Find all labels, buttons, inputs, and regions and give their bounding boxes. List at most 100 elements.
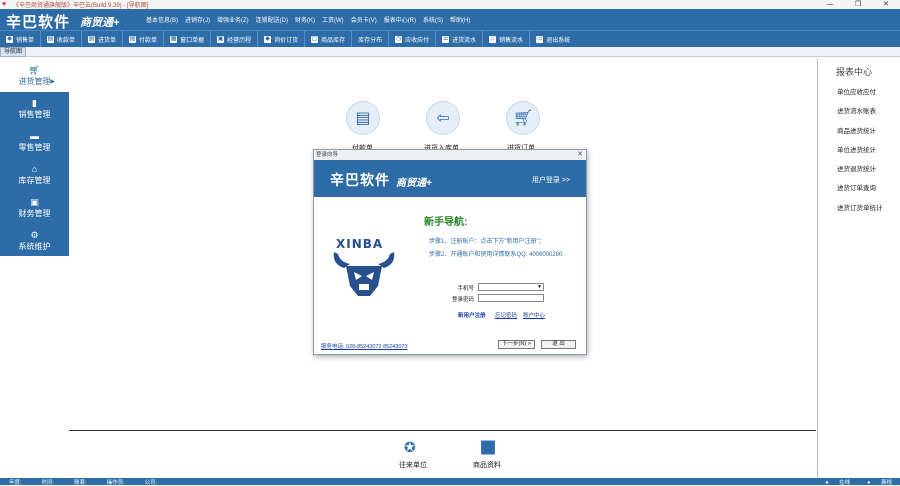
close-icon[interactable]: ✕ [872, 0, 900, 9]
menu-payroll[interactable]: 工资(W) [322, 15, 344, 24]
shop-icon: ⌂ [489, 35, 497, 43]
app-icon: ♥ [2, 1, 7, 8]
toolbar: ◆ 销售单 ▤ 收款单 ▤ 进货单 ▤ 付款单 ▦ 窗口单据 ▣ 经营历程 ◆ 询价订货 ▢ 商… [0, 30, 900, 48]
toolbar-exit[interactable]: ▭ 退出系统 [530, 31, 576, 48]
toolbar-payment[interactable]: ▤ 付款单 [123, 30, 165, 48]
dialog-banner: 辛巴软件 商贸通+ 用户登录 >> [314, 160, 586, 197]
password-field[interactable] [478, 294, 544, 302]
status-offline: ● 离线 [867, 479, 892, 486]
payment-icon: ▤ [129, 35, 137, 43]
toolbar-sales-order[interactable]: ◆ 销售单 [0, 30, 42, 48]
nav-item-system[interactable]: ⚙ 系统维护 [0, 224, 69, 257]
password-label: 登录密码 [451, 297, 474, 303]
report-link[interactable]: 单位应收应付 [837, 86, 883, 105]
toolbar-sales-flow[interactable]: ⌂ 销售流水 [483, 30, 531, 48]
monitor-icon: ▭ [536, 35, 544, 43]
toolbar-inquiry[interactable]: ◆ 询价订货 [258, 30, 306, 48]
history-icon: ▣ [217, 35, 225, 43]
toolbar-window-docs[interactable]: ▦ 窗口单据 [164, 30, 212, 48]
caret-right-icon: ▶ [50, 79, 55, 85]
report-link[interactable]: 单位进货统计 [837, 144, 883, 163]
register-link[interactable]: 新用户注册 [458, 311, 486, 319]
tag-icon: ◆ [6, 35, 13, 43]
gear-icon: ⚙ [30, 229, 39, 240]
partner-icon[interactable]: ✪ [404, 439, 416, 456]
status-time: 时间: [41, 479, 55, 486]
exit-button[interactable]: 退 出 [541, 340, 576, 349]
box-icon: ▢ [311, 35, 319, 43]
service-phone: 服务电话: 028-85243072 85243073 [321, 344, 408, 350]
dialog-logo: 辛巴软件 [330, 173, 390, 189]
guide-step-2: 步骤2、开通账户和使用详情联系QQ: 4006000280 [429, 252, 563, 258]
bottom-label-partner: 往来单位 [399, 462, 427, 469]
toolbar-receipt[interactable]: ▤ 收款单 [41, 30, 83, 48]
inbound-icon[interactable]: ⇦ [426, 101, 460, 135]
chevron-down-icon: ▼ [537, 284, 542, 290]
guide-step-1: 步骤1、注册账户：点击下方"新用户注册"； [429, 239, 545, 245]
nav-item-finance[interactable]: ▣ 财务管理 [0, 191, 69, 224]
menu-basic-info[interactable]: 基本信息(B) [146, 15, 178, 24]
goods-icon[interactable]: ⬛︎ [481, 439, 495, 456]
guide-title: 新手导航: [424, 217, 468, 228]
report-link[interactable]: 进货订货单统计 [837, 202, 883, 221]
phone-select[interactable]: ▼ [478, 283, 544, 291]
app-header: 辛巴软件 商贸通+ 基本信息(B) 进销存(J) 增强业务(Z) 连锁配送(D)… [0, 9, 900, 31]
divider [69, 430, 816, 431]
next-button[interactable]: 下一步(N) > [498, 340, 535, 349]
report-link[interactable]: 进货退货统计 [837, 163, 883, 182]
status-online: ● 在线 [825, 479, 851, 486]
tab-strip: 导航图 [0, 47, 900, 57]
report-panel-title: 报表中心 [836, 68, 873, 78]
restore-icon[interactable]: ❐ [844, 0, 872, 9]
dialog-title: 登录向导 [314, 150, 586, 160]
report-link[interactable]: 商品进货统计 [837, 125, 883, 144]
toolbar-stock-dist[interactable]: 库存分布 [352, 30, 390, 48]
report-link[interactable]: 进货流水账表 [837, 105, 883, 124]
menu-chain[interactable]: 连锁配送(D) [256, 15, 288, 24]
login-wizard-dialog: 登录向导 ✕ 辛巴软件 商贸通+ 用户登录 >> XINBA 新手导航: 步骤1… [313, 149, 587, 355]
toolbar-stock[interactable]: ▢ 商品库存 [305, 30, 353, 48]
document-icon: ▤ [88, 35, 96, 43]
nav-item-stock[interactable]: ⌂ 库存管理 [0, 158, 69, 191]
nav-item-purchase[interactable]: 🛒︎ 进货管理 ▶ [0, 59, 69, 92]
nav-item-retail[interactable]: ▬ 零售管理 [0, 125, 69, 158]
app-logo: 辛巴软件 [6, 13, 71, 31]
dialog-logo-sub: 商贸通+ [396, 178, 432, 189]
report-link[interactable]: 进货订单查询 [837, 182, 883, 201]
menu-system[interactable]: 系统(S) [423, 15, 443, 24]
payment-icon[interactable]: ▤ [346, 101, 380, 135]
status-operator: 操作员: [106, 479, 125, 486]
user-login-link[interactable]: 用户登录 >> [532, 175, 570, 185]
brand-text: XINBA [336, 237, 384, 251]
toolbar-purchase[interactable]: ▤ 进货单 [82, 30, 124, 48]
report-list: 单位应收应付 进货流水账表 商品进货统计 单位进货统计 进货退货统计 进货订单查… [837, 86, 883, 221]
menu-finance[interactable]: 财务(K) [295, 15, 315, 24]
toolbar-purchase-flow[interactable]: ☰ 进货流水 [436, 30, 484, 48]
nav-item-sales[interactable]: ▮ 销售管理 [0, 92, 69, 125]
toolbar-history[interactable]: ▣ 经营历程 [211, 30, 259, 48]
cart-icon[interactable]: 🛒︎ [506, 101, 540, 135]
app-logo-sub: 商贸通+ [80, 17, 120, 29]
status-connection: ● 在线 ● 离线 [816, 478, 892, 486]
cart-icon: 🛒︎ [28, 64, 41, 75]
tab-navigation-map[interactable]: 导航图 [0, 47, 27, 57]
forgot-password-link[interactable]: 忘记密码 [495, 311, 517, 319]
menu-inventory[interactable]: 进销存(J) [185, 15, 210, 24]
status-company: 公司: [144, 479, 158, 486]
minimize-icon[interactable]: — [816, 0, 844, 9]
window-title: 《辛巴商贸通旗舰版》辛巴云(Build 9.39) - [导航图] [13, 3, 149, 9]
account-center-link[interactable]: 账户中心 [523, 311, 545, 319]
grid-icon: ▦ [170, 35, 178, 43]
menu-reports[interactable]: 报表中心(R) [384, 15, 416, 24]
status-bar: 年度: 时间: 账套: 操作员: 公司: ● 在线 ● 离线 [0, 478, 900, 486]
menu-help[interactable]: 帮助(H) [450, 15, 470, 24]
list-icon: ☰ [442, 35, 450, 43]
close-icon[interactable]: ✕ [577, 150, 583, 160]
report-panel: 报表中心 单位应收应付 进货流水账表 商品进货统计 单位进货统计 进货退货统计 … [817, 59, 900, 478]
bottom-label-goods: 商品资料 [473, 462, 501, 469]
menu-membership[interactable]: 会员卡(V) [351, 15, 377, 24]
window-titlebar: ♥ 《辛巴商贸通旗舰版》辛巴云(Build 9.39) - [导航图] — ❐ … [0, 0, 900, 9]
window-controls: — ❐ ✕ [816, 0, 900, 9]
toolbar-ar-ap[interactable]: ◷ 应收应付 [389, 30, 437, 48]
menu-enhanced[interactable]: 增强业务(Z) [217, 15, 249, 24]
